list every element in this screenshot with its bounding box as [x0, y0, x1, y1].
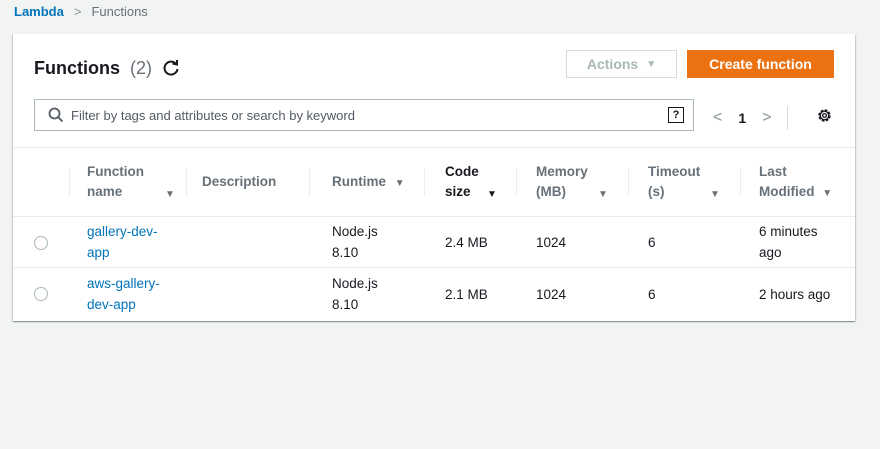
pager-divider	[787, 106, 789, 130]
next-page-icon[interactable]: >	[762, 109, 771, 127]
column-divider	[628, 168, 629, 196]
column-divider	[69, 168, 70, 196]
timeout-cell: 6	[648, 287, 656, 302]
code-size-cell: 2.4 MB	[445, 235, 488, 250]
help-icon[interactable]: ?	[668, 107, 684, 123]
search-input[interactable]	[71, 107, 631, 123]
runtime-line: Node.js	[332, 224, 378, 239]
column-header-line: size	[445, 184, 471, 199]
last-modified-cell: 2 hours ago	[759, 287, 831, 302]
memory-cell: 1024	[536, 235, 567, 250]
functions-panel: Functions (2) Actions ▼ Create function …	[13, 34, 855, 321]
column-header-description[interactable]: Description	[202, 172, 276, 192]
function-count: (2)	[130, 58, 152, 78]
function-name-line: aws-gallery-	[87, 276, 160, 291]
refresh-icon[interactable]	[161, 58, 181, 78]
function-name-line: gallery-dev-	[87, 224, 158, 239]
function-name-line: dev-app	[87, 297, 136, 312]
column-header-memory[interactable]: Memory (MB) ▼	[536, 162, 608, 202]
function-name-line: app	[87, 245, 110, 260]
actions-label: Actions	[586, 56, 639, 72]
runtime-line: Node.js	[332, 276, 378, 291]
runtime-cell: Node.js 8.10	[332, 221, 378, 263]
column-header-runtime[interactable]: Runtime ▼	[332, 172, 405, 194]
current-page[interactable]: 1	[738, 110, 746, 126]
actions-button[interactable]: Actions ▼	[566, 50, 677, 78]
last-modified-line: 6 minutes	[759, 224, 818, 239]
column-header-line: Function	[87, 164, 144, 179]
last-modified-line: ago	[759, 245, 782, 260]
function-name-link[interactable]: gallery-dev- app	[87, 221, 158, 263]
gear-icon[interactable]	[816, 107, 833, 124]
column-header-line: Runtime	[332, 174, 386, 189]
column-divider	[740, 168, 741, 196]
column-header-line-text: Modified	[759, 184, 815, 199]
breadcrumb-lambda-link[interactable]: Lambda	[14, 4, 64, 19]
sort-active-icon: ▼	[487, 189, 497, 200]
function-name-link[interactable]: aws-gallery- dev-app	[87, 273, 160, 315]
sort-down-icon: ▼	[165, 189, 175, 200]
column-divider	[516, 168, 517, 196]
breadcrumb-current: Functions	[91, 3, 148, 19]
code-size-cell: 2.1 MB	[445, 287, 488, 302]
pagination: < 1 >	[713, 106, 789, 130]
runtime-cell: Node.js 8.10	[332, 273, 378, 315]
search-bar: ?	[34, 99, 694, 131]
memory-cell: 1024	[536, 287, 567, 302]
column-header-line: (MB)	[536, 184, 566, 199]
sort-down-icon: ▼	[394, 178, 405, 189]
last-modified-cell: 6 minutes ago	[759, 221, 818, 263]
sort-down-icon: ▼	[710, 189, 720, 200]
previous-page-icon[interactable]: <	[713, 109, 722, 127]
column-header-line: Modified ▼	[759, 182, 832, 204]
table-row[interactable]: aws-gallery- dev-app Node.js 8.10 2.1 MB…	[13, 267, 855, 318]
runtime-line: 8.10	[332, 297, 359, 312]
table-row[interactable]: gallery-dev- app Node.js 8.10 2.4 MB 102…	[13, 216, 855, 267]
row-select-radio[interactable]	[34, 236, 48, 250]
column-header-line: Last	[759, 164, 787, 179]
runtime-line: 8.10	[332, 245, 359, 260]
column-divider	[424, 168, 425, 196]
panel-title: Functions (2)	[34, 58, 152, 79]
breadcrumb: Lambda > Functions	[14, 2, 148, 20]
create-function-button[interactable]: Create function	[687, 50, 834, 78]
column-divider	[186, 168, 187, 196]
sort-down-icon: ▼	[598, 189, 608, 200]
column-header-timeout[interactable]: Timeout (s) ▼	[648, 162, 720, 202]
caret-down-icon: ▼	[646, 58, 657, 70]
column-header-function-name[interactable]: Function name ▼	[87, 162, 175, 202]
column-header-last-modified[interactable]: Last Modified ▼	[759, 162, 832, 204]
column-header-line: Memory	[536, 164, 588, 179]
breadcrumb-separator-icon: >	[73, 3, 82, 19]
row-select-radio[interactable]	[34, 287, 48, 301]
column-header-line: (s)	[648, 184, 665, 199]
column-header-line: Code	[445, 164, 479, 179]
panel-title-text: Functions	[34, 58, 120, 78]
column-header-code-size[interactable]: Code size ▼	[445, 162, 497, 202]
column-divider	[309, 168, 310, 196]
sort-down-icon: ▼	[822, 188, 833, 199]
column-header-line: Timeout	[648, 164, 701, 179]
search-icon	[48, 107, 64, 123]
column-header-line: name	[87, 184, 123, 199]
table-divider	[13, 147, 855, 148]
timeout-cell: 6	[648, 235, 656, 250]
